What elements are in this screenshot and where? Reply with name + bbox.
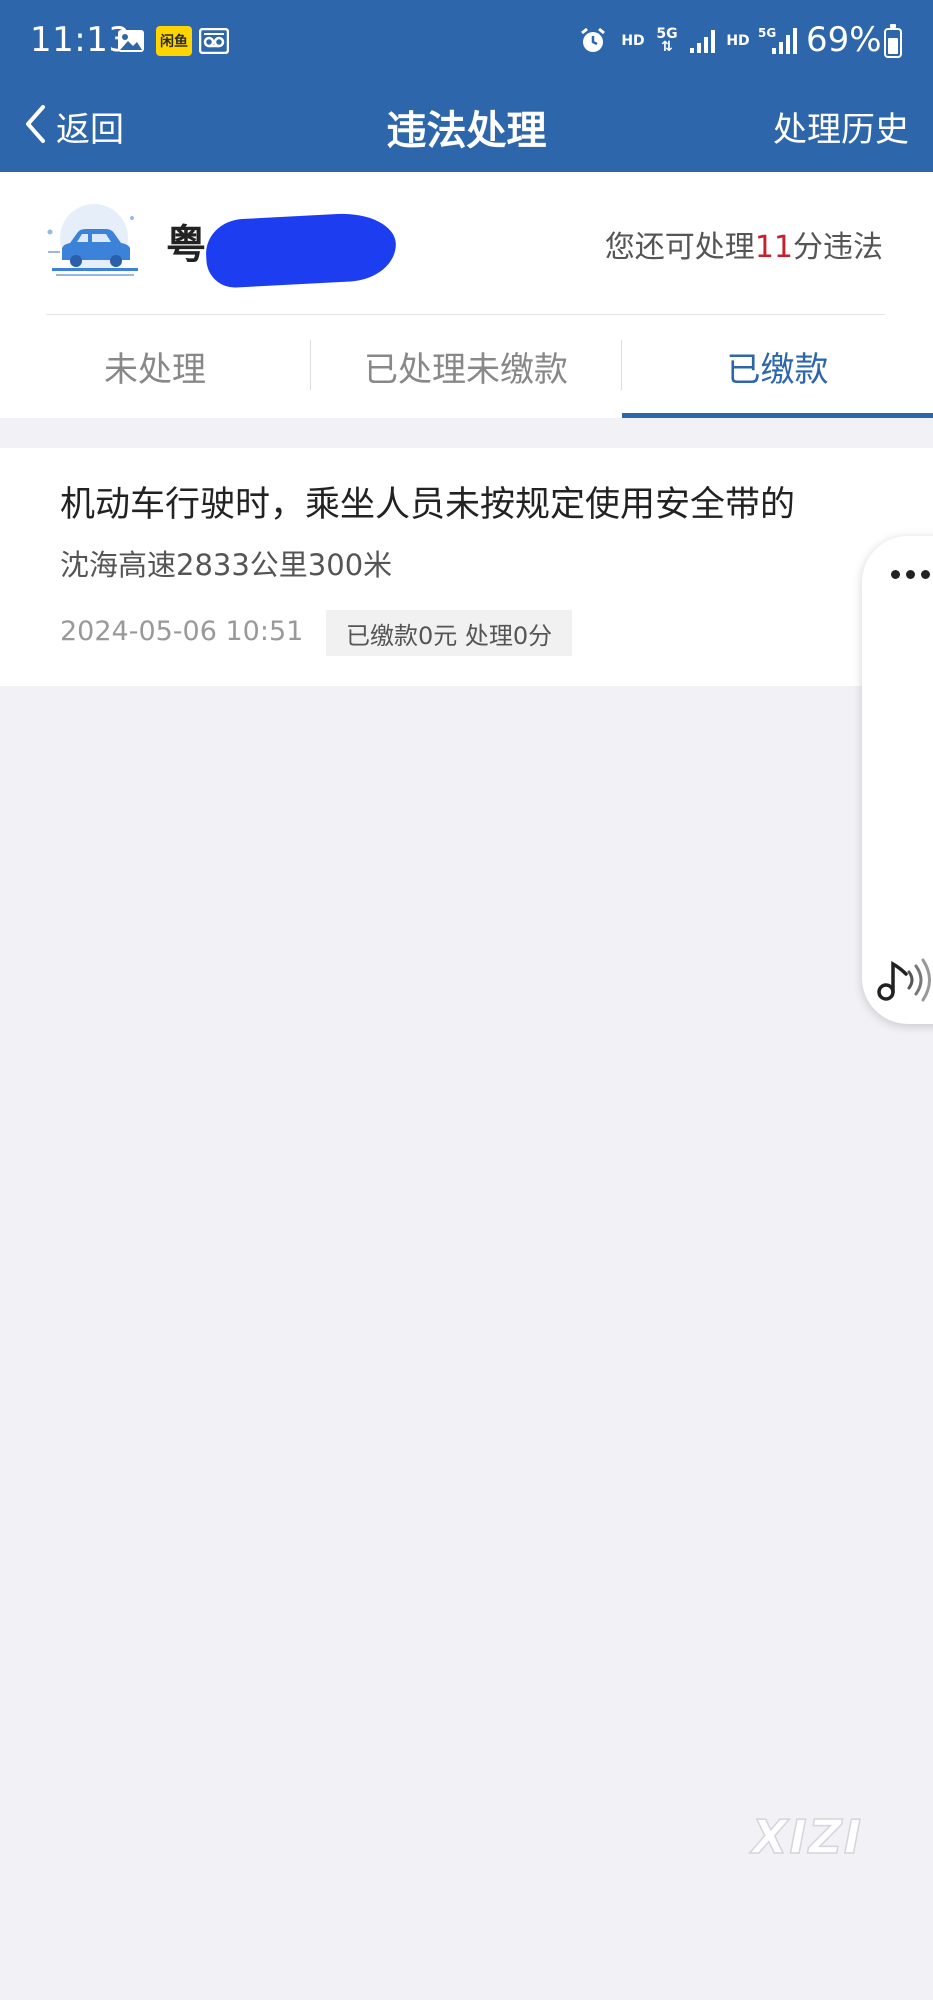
remaining-suffix: 分违法: [793, 230, 883, 265]
gallery-icon: [116, 26, 146, 56]
violation-location: 沈海高速2833公里300米: [60, 548, 393, 582]
signal-icon: [688, 26, 718, 56]
violation-title: 机动车行驶时，乘坐人员未按规定使用安全带的: [60, 485, 796, 525]
remaining-prefix: 您还可处理: [604, 230, 755, 265]
status-tabs: 未处理 已处理未缴款 已缴款: [0, 314, 933, 418]
app-badge-icon: 闲鱼: [156, 26, 192, 56]
violation-list-item[interactable]: 机动车行驶时，乘坐人员未按规定使用安全带的 沈海高速2833公里300米 202…: [0, 448, 933, 686]
battery-percent: 69%: [806, 20, 882, 60]
tab-unprocessed[interactable]: 未处理: [0, 314, 310, 418]
network-label-2: 5G: [758, 26, 777, 40]
history-button[interactable]: 处理历史: [773, 102, 909, 151]
tab-paid[interactable]: 已缴款: [622, 314, 933, 418]
data-arrows-icon: ⇅: [661, 39, 673, 55]
remaining-points: 您还可处理11分违法: [605, 222, 883, 266]
violation-time: 2024-05-06 10:51: [60, 616, 304, 647]
network-5g-icon: 5G ⇅: [653, 26, 681, 56]
plate-redaction: [204, 211, 398, 289]
audio-wave-icon[interactable]: [876, 952, 933, 1008]
alarm-icon: [578, 26, 608, 56]
more-options-icon[interactable]: [880, 554, 933, 594]
status-bar: 11:13 闲鱼 HD 5G ⇅ HD 5G 69%: [0, 0, 933, 86]
voicemail-icon: [198, 26, 230, 56]
battery-icon: [884, 24, 902, 58]
watermark-logo: XIZI: [751, 1809, 864, 1865]
payment-status-badge: 已缴款0元 处理0分: [326, 610, 573, 656]
remaining-points-value: 11: [754, 230, 793, 265]
floating-side-panel: [862, 536, 933, 1024]
signal-5g-icon: 5G: [758, 26, 800, 56]
vehicle-card: 粤 您还可处理11分违法 未处理 已处理未缴款 已缴款: [0, 172, 933, 418]
plate-number: 粤: [166, 222, 206, 268]
hd-indicator-2: HD: [726, 33, 750, 49]
car-icon: [44, 202, 144, 284]
top-bar: 11:13 闲鱼 HD 5G ⇅ HD 5G 69% 返回 违法处理 处理历史: [0, 0, 933, 172]
tab-processed-unpaid[interactable]: 已处理未缴款: [311, 314, 621, 418]
hd-indicator: HD: [621, 33, 645, 49]
nav-bar: 返回 违法处理 处理历史: [0, 86, 933, 172]
